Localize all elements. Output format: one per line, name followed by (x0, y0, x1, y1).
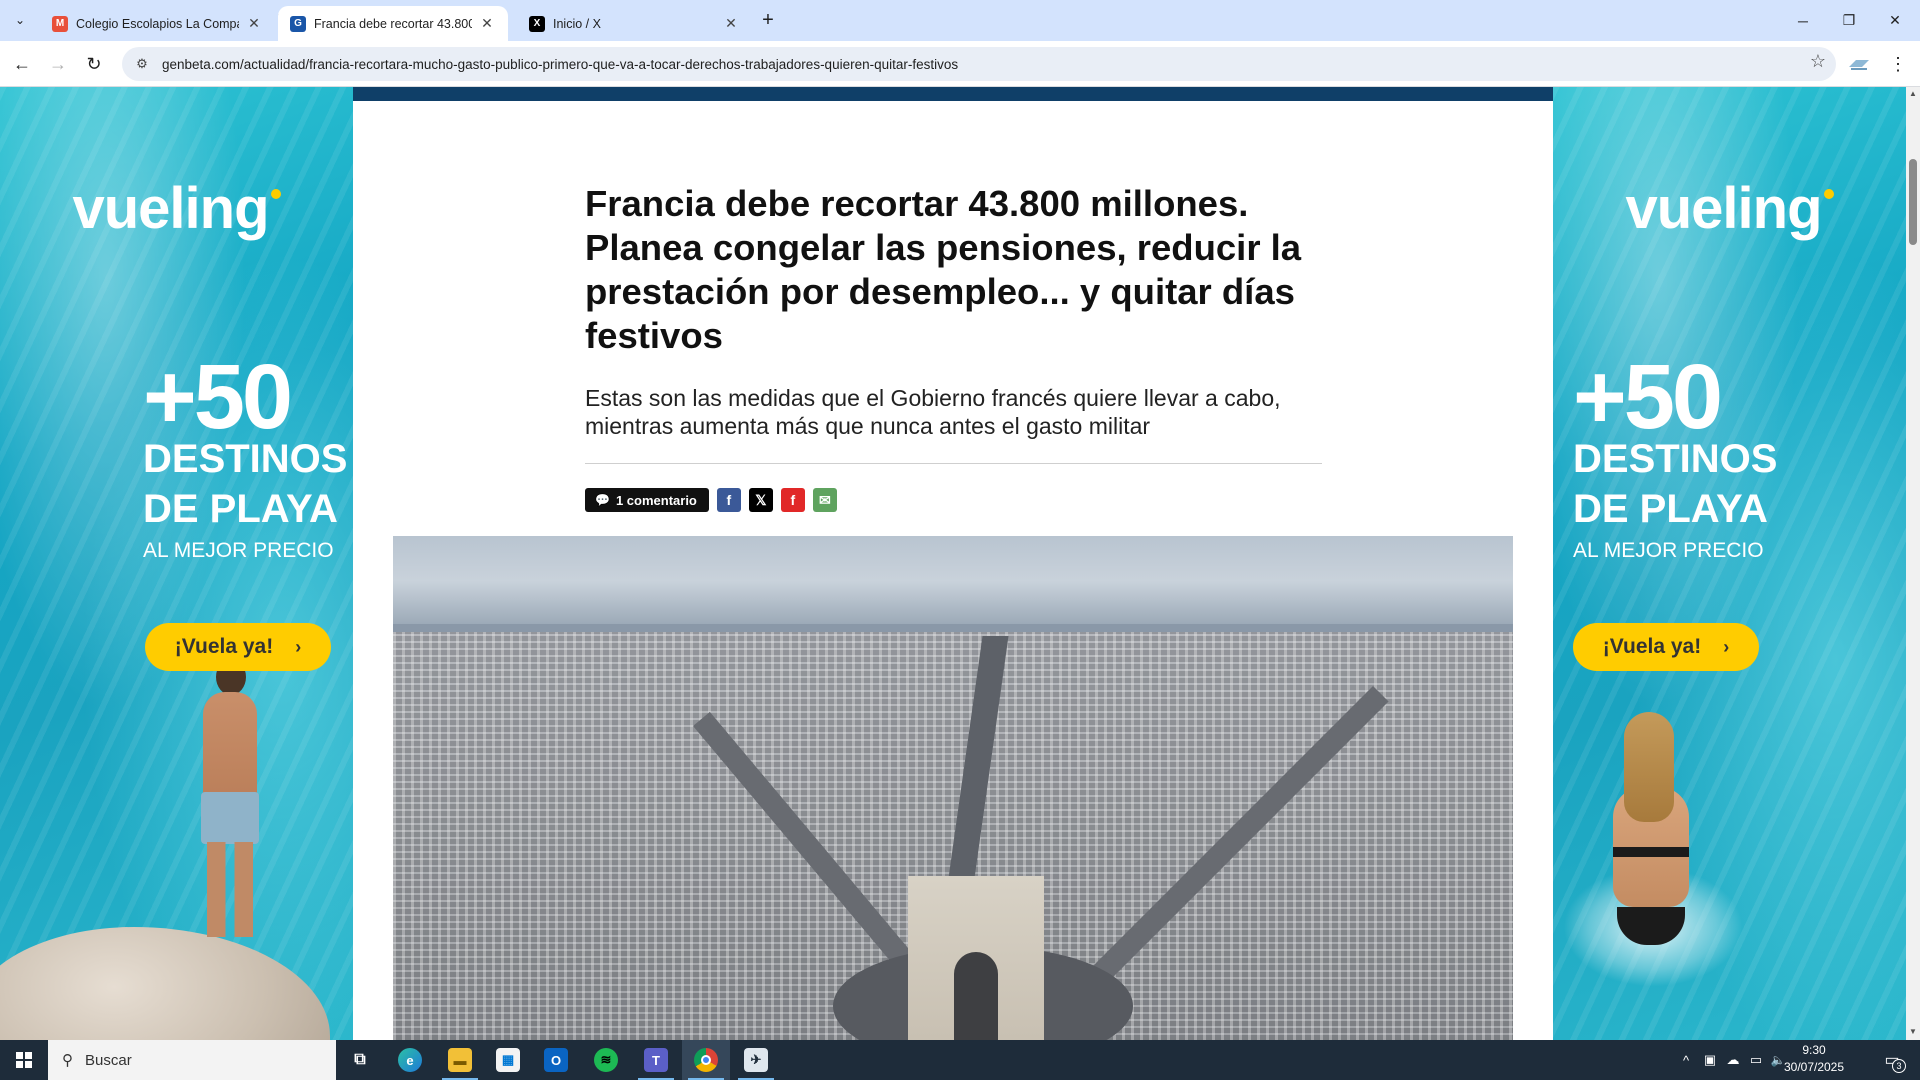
vueling-ad-right[interactable]: vueling +50 DESTINOS DE PLAYA AL MEJOR P… (1553, 87, 1906, 1040)
tab-title: Francia debe recortar 43.800 m (314, 16, 472, 31)
close-window-icon[interactable]: ✕ (1872, 0, 1918, 41)
close-icon[interactable]: ✕ (245, 15, 263, 32)
bookmark-star-icon[interactable]: ☆ (1810, 51, 1826, 72)
divider (585, 463, 1322, 464)
ad-line-playa: DE PLAYA (143, 487, 338, 531)
teams-icon[interactable]: T (632, 1040, 680, 1080)
tab-title: Colegio Escolapios La Compasi (76, 16, 239, 31)
browser-toolbar: ← → ↻ ⚙ genbeta.com/actualidad/francia-r… (0, 41, 1920, 87)
windows-start-icon[interactable] (0, 1040, 48, 1080)
forward-arrow-icon[interactable]: → (44, 50, 72, 78)
outlook-icon[interactable]: O (532, 1040, 580, 1080)
article-headline: Francia debe recortar 43.800 millones. P… (585, 183, 1302, 356)
ad-line-precio: AL MEJOR PRECIO (143, 539, 334, 562)
site-info-icon[interactable]: ⚙ (128, 50, 156, 78)
vuela-ya-button[interactable]: ¡Vuela ya! › (145, 623, 331, 671)
site-header-bar (353, 87, 1553, 101)
tab-search-icon[interactable]: ⌄ (8, 8, 32, 32)
page-viewport: vueling +50 DESTINOS DE PLAYA AL MEJOR P… (0, 87, 1906, 1040)
app-icon[interactable]: ✈ (732, 1040, 780, 1080)
ad-line-destinos: DESTINOS (143, 437, 348, 481)
file-explorer-icon[interactable]: ▬ (436, 1040, 484, 1080)
comment-bubble-icon: 💬 (595, 493, 610, 507)
microsoft-store-icon[interactable]: ▦ (484, 1040, 532, 1080)
spotify-icon[interactable]: ≋ (582, 1040, 630, 1080)
ad-line-destinos: DESTINOS (1573, 437, 1778, 481)
ad-line-playa: DE PLAYA (1573, 487, 1768, 531)
flipboard-share-icon[interactable]: f (780, 488, 805, 512)
onedrive-icon[interactable]: ☁ (1722, 1040, 1744, 1080)
edge-icon[interactable]: e (386, 1040, 434, 1080)
tab-genbeta[interactable]: G Francia debe recortar 43.800 m ✕ (278, 6, 508, 41)
url-text: genbeta.com/actualidad/francia-recortara… (162, 56, 959, 72)
browser-tab-strip: ⌄ M Colegio Escolapios La Compasi ✕ G Fr… (0, 0, 1920, 41)
address-bar[interactable]: ⚙ genbeta.com/actualidad/francia-recorta… (122, 47, 1836, 81)
ad-headline-number: +50 (143, 346, 293, 448)
chevron-right-icon: › (295, 636, 302, 657)
facebook-share-icon[interactable]: f (716, 488, 741, 512)
arc-de-triomphe (908, 876, 1044, 1040)
close-icon[interactable]: ✕ (722, 15, 740, 32)
restore-icon[interactable]: ❐ (1826, 0, 1872, 41)
article: Francia debe recortar 43.800 millones. P… (353, 87, 1553, 1040)
notification-center-icon[interactable]: ▭ 3 (1872, 1040, 1912, 1080)
scroll-up-icon[interactable]: ▲ (1909, 89, 1917, 98)
reload-icon[interactable]: ↻ (80, 50, 108, 78)
search-icon: ⚲ (62, 1052, 73, 1069)
chrome-icon[interactable] (682, 1040, 730, 1080)
vuela-ya-button[interactable]: ¡Vuela ya! › (1573, 623, 1759, 671)
ad-line-precio: AL MEJOR PRECIO (1573, 539, 1764, 562)
notification-count-badge: 3 (1892, 1059, 1906, 1073)
search-placeholder: Buscar (85, 1051, 132, 1069)
network-icon[interactable]: ▭ (1746, 1040, 1766, 1080)
vueling-logo: vueling (0, 175, 353, 242)
chrome-menu-icon[interactable]: ⋮ (1886, 50, 1910, 78)
tab-title: Inicio / X (553, 16, 601, 31)
article-subtitle: Estas son las medidas que el Gobierno fr… (585, 385, 1281, 439)
tray-chevron-up-icon[interactable]: ^ (1676, 1040, 1696, 1080)
chevron-right-icon: › (1723, 636, 1730, 657)
taskbar-clock[interactable]: 9:30 30/07/2025 (1776, 1042, 1852, 1076)
scrollbar-thumb[interactable] (1909, 159, 1917, 245)
clock-time: 9:30 (1802, 1043, 1826, 1057)
windows-taskbar: ⚲ Buscar ⧉ e ▬ ▦ O ≋ T ✈ ^ ▣ ☁ ▭ 🔈 9:30 … (0, 1040, 1920, 1080)
minimize-icon[interactable]: ─ (1780, 0, 1826, 41)
x-icon: X (529, 15, 545, 32)
ad-headline-number: +50 (1573, 346, 1723, 448)
vueling-logo: vueling (1553, 175, 1906, 242)
back-arrow-icon[interactable]: ← (8, 50, 36, 78)
comments-button[interactable]: 💬 1 comentario (585, 488, 709, 512)
vueling-ad-left[interactable]: vueling +50 DESTINOS DE PLAYA AL MEJOR P… (0, 87, 353, 1040)
clock-date: 30/07/2025 (1783, 1060, 1845, 1074)
article-hero-image-paris (393, 536, 1513, 1040)
task-view-icon[interactable]: ⧉ (336, 1040, 384, 1080)
email-share-icon[interactable]: ✉ (812, 488, 837, 512)
tray-app-icon[interactable]: ▣ (1700, 1040, 1720, 1080)
share-row: 💬 1 comentario f 𝕏 f ✉ (585, 488, 845, 512)
scroll-down-icon[interactable]: ▼ (1909, 1027, 1917, 1036)
taskbar-search-box[interactable]: ⚲ Buscar (48, 1040, 336, 1080)
genbeta-icon: G (290, 15, 306, 32)
tab-x[interactable]: X Inicio / X ✕ (517, 6, 752, 41)
close-icon[interactable]: ✕ (478, 15, 496, 32)
gmail-icon: M (52, 15, 68, 32)
x-share-icon[interactable]: 𝕏 (748, 488, 773, 512)
extension-icon[interactable] (1848, 53, 1870, 75)
tab-colegio[interactable]: M Colegio Escolapios La Compasi ✕ (40, 6, 275, 41)
new-tab-button[interactable]: + (756, 8, 780, 32)
page-scrollbar[interactable]: ▲ ▼ (1906, 87, 1920, 1040)
